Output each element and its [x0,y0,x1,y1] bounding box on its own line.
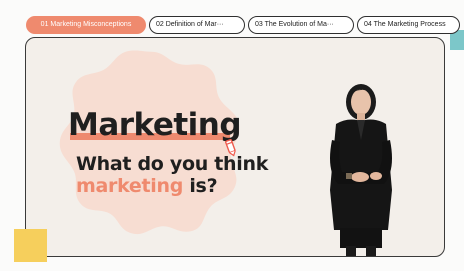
chapter-tabs: 01 Marketing Misconceptions 02 Definitio… [26,16,460,34]
slide-card: Marketing What do you think marketing is… [25,37,445,257]
tab-definition-of-marketing[interactable]: 02 Definition of Mar··· [149,16,245,34]
tab-marketing-misconceptions[interactable]: 01 Marketing Misconceptions [26,16,146,34]
question-accent-word: marketing [76,175,184,197]
tab-evolution-of-marketing[interactable]: 03 The Evolution of Ma··· [248,16,354,34]
tab-marketing-process[interactable]: 04 The Marketing Process [357,16,460,34]
slide-question: What do you think marketing is? [76,153,268,197]
yellow-corner-decoration [14,229,47,262]
presenter-figure [330,84,392,256]
slide-heading: Marketing [68,107,242,143]
question-line-1: What do you think [76,153,269,175]
question-line-2: marketing is? [76,175,268,197]
question-rest: is? [183,175,218,197]
video-frame: 01 Marketing Misconceptions 02 Definitio… [0,0,464,271]
